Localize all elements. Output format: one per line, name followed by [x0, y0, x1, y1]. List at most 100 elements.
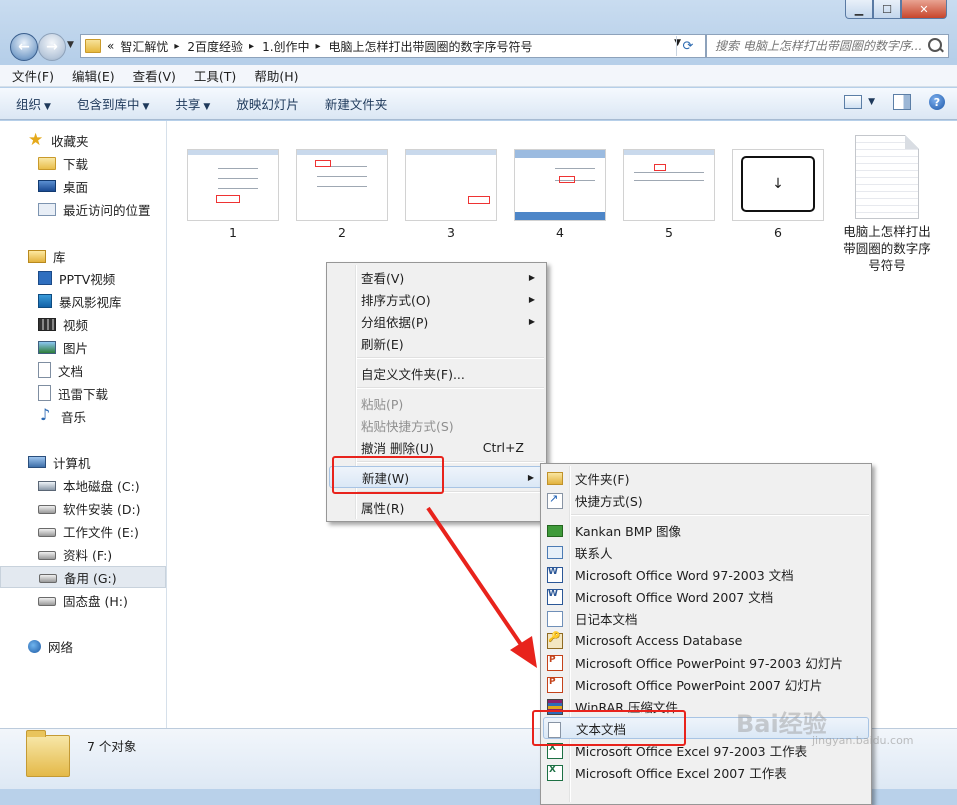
nav-item-recent[interactable]: 最近访问的位置 [0, 198, 166, 220]
menu-item-group-by[interactable]: 分组依据(P) ▶ [329, 310, 544, 332]
nav-item-baofeng[interactable]: 暴风影视库 [0, 290, 166, 312]
recent-pages-dropdown-icon[interactable]: ▼ [67, 40, 74, 50]
search-box[interactable] [706, 34, 949, 58]
minimize-button[interactable]: ▁ [845, 0, 873, 19]
nav-item-documents[interactable]: 文档 [0, 359, 166, 381]
submenu-item-contact[interactable]: 联系人 [543, 541, 869, 563]
caption-buttons: ▁ ☐ ✕ [845, 0, 947, 19]
menu-bar: 文件(F) 编辑(E) 查看(V) 工具(T) 帮助(H) [0, 65, 957, 87]
menu-help[interactable]: 帮助(H) [252, 65, 300, 86]
breadcrumb-segment[interactable]: 1.创作中 [262, 38, 309, 55]
file-thumbnail[interactable] [623, 149, 715, 221]
file-name[interactable]: 1 [187, 225, 279, 240]
breadcrumb-segment[interactable]: 电脑上怎样打出带圆圈的数字序号符号 [329, 38, 533, 55]
submenu-item-ppt-97[interactable]: Microsoft Office PowerPoint 97-2003 幻灯片 [543, 651, 869, 673]
search-icon[interactable] [928, 38, 942, 52]
nav-item-desktop[interactable]: 桌面 [0, 175, 166, 197]
preview-pane-icon[interactable] [893, 94, 911, 110]
file-thumbnail[interactable] [405, 149, 497, 221]
file-thumbnail[interactable] [296, 149, 388, 221]
bmp-icon [547, 525, 563, 537]
include-in-library-button[interactable]: 包含到库中 ▼ [77, 94, 149, 113]
desktop-icon [38, 180, 56, 192]
nav-item-drive-h[interactable]: 固态盘 (H:) [0, 589, 166, 611]
search-input[interactable] [713, 38, 927, 54]
file-name[interactable]: 4 [514, 225, 606, 240]
back-button[interactable]: ← [10, 33, 38, 61]
views-dropdown-icon[interactable]: ▼ [868, 97, 875, 107]
menu-item-refresh[interactable]: 刷新(E) [329, 332, 544, 354]
help-icon[interactable]: ? [929, 94, 945, 110]
nav-label: 文档 [58, 363, 84, 379]
nav-computer[interactable]: 计算机 [0, 451, 166, 473]
nav-label: 音乐 [61, 409, 87, 425]
file-thumbnail[interactable] [187, 149, 279, 221]
organize-button[interactable]: 组织 ▼ [16, 94, 51, 113]
submenu-item-shortcut[interactable]: 快捷方式(S) [543, 489, 869, 511]
nav-item-drive-g[interactable]: 备用 (G:) [0, 566, 166, 588]
nav-item-pptv[interactable]: PPTV视频 [0, 267, 166, 289]
nav-item-drive-c[interactable]: 本地磁盘 (C:) [0, 474, 166, 496]
new-folder-button[interactable]: 新建文件夹 [325, 94, 388, 113]
submenu-item-ppt-2007[interactable]: Microsoft Office PowerPoint 2007 幻灯片 [543, 673, 869, 695]
change-view-icon[interactable] [844, 95, 863, 109]
file-name[interactable]: 5 [623, 225, 715, 240]
nav-item-drive-f[interactable]: 资料 (F:) [0, 543, 166, 565]
submenu-item-word-97[interactable]: Microsoft Office Word 97-2003 文档 [543, 563, 869, 585]
nav-label: 网络 [48, 639, 74, 655]
close-button[interactable]: ✕ [901, 0, 947, 19]
file-name[interactable]: 电脑上怎样打出带圆圈的数字序号符号 [839, 223, 935, 274]
address-overflow[interactable]: « [107, 39, 114, 53]
nav-libraries[interactable]: 库 [0, 245, 166, 267]
submenu-item-excel-2007[interactable]: Microsoft Office Excel 2007 工作表 [543, 761, 869, 783]
nav-item-videos[interactable]: 视频 [0, 313, 166, 335]
menu-item-label: Microsoft Office Excel 2007 工作表 [575, 765, 787, 781]
forward-button[interactable]: → [38, 33, 66, 61]
text-file-icon[interactable] [855, 135, 919, 219]
menu-item-view[interactable]: 查看(V) ▶ [329, 266, 544, 288]
menu-view[interactable]: 查看(V) [131, 65, 178, 86]
nav-item-pictures[interactable]: 图片 [0, 336, 166, 358]
menu-item-properties[interactable]: 属性(R) [329, 496, 544, 518]
nav-item-downloads[interactable]: 下载 [0, 152, 166, 174]
menu-item-label: 分组依据(P) [361, 314, 429, 330]
file-thumbnail[interactable] [514, 149, 606, 221]
submenu-item-folder[interactable]: 文件夹(F) [543, 467, 869, 489]
nav-item-drive-d[interactable]: 软件安装 (D:) [0, 497, 166, 519]
nav-item-drive-e[interactable]: 工作文件 (E:) [0, 520, 166, 542]
breadcrumb-segment[interactable]: 智汇解忧 [120, 38, 168, 55]
submenu-item-access[interactable]: Microsoft Access Database [543, 629, 869, 651]
address-bar[interactable]: « 智汇解忧 ▸ 2百度经验 ▸ 1.创作中 ▸ 电脑上怎样打出带圆圈的数字序号… [80, 34, 706, 58]
menu-file[interactable]: 文件(F) [10, 65, 56, 86]
file-name[interactable]: 6 [732, 225, 824, 240]
file-thumbnail[interactable]: ↓ [732, 149, 824, 221]
submenu-item-bmp[interactable]: Kankan BMP 图像 [543, 519, 869, 541]
breadcrumb-separator-icon[interactable]: ▸ [316, 41, 321, 52]
nav-favorites[interactable]: 收藏夹 [0, 129, 166, 151]
nav-network[interactable]: 网络 [0, 635, 166, 657]
submenu-item-word-2007[interactable]: Microsoft Office Word 2007 文档 [543, 585, 869, 607]
menu-item-customize-folder[interactable]: 自定义文件夹(F)... [329, 362, 544, 384]
menu-separator [571, 514, 869, 516]
menu-tools[interactable]: 工具(T) [192, 65, 238, 86]
menu-item-sort-by[interactable]: 排序方式(O) ▶ [329, 288, 544, 310]
shortcut-icon [547, 492, 563, 509]
file-name[interactable]: 2 [296, 225, 388, 240]
maximize-button[interactable]: ☐ [873, 0, 901, 19]
breadcrumb-separator-icon[interactable]: ▸ [249, 41, 254, 52]
slideshow-button[interactable]: 放映幻灯片 [236, 94, 299, 113]
share-button[interactable]: 共享 ▼ [175, 94, 210, 113]
nav-label: 收藏夹 [51, 133, 89, 149]
nav-item-music[interactable]: 音乐 [0, 405, 166, 427]
menu-item-undo-delete[interactable]: 撤消 删除(U) Ctrl+Z [329, 436, 544, 458]
submenu-item-journal[interactable]: 日记本文档 [543, 607, 869, 629]
share-label: 共享 [175, 97, 201, 112]
nav-item-xunlei[interactable]: 迅雷下载 [0, 382, 166, 404]
breadcrumb-segment[interactable]: 2百度经验 [187, 38, 243, 55]
refresh-button[interactable]: ⟳ [676, 36, 699, 56]
menu-edit[interactable]: 编辑(E) [70, 65, 117, 86]
word-icon [547, 567, 563, 583]
file-name[interactable]: 3 [405, 225, 497, 240]
breadcrumb-separator-icon[interactable]: ▸ [174, 41, 179, 52]
submenu-arrow-icon: ▶ [528, 272, 535, 282]
